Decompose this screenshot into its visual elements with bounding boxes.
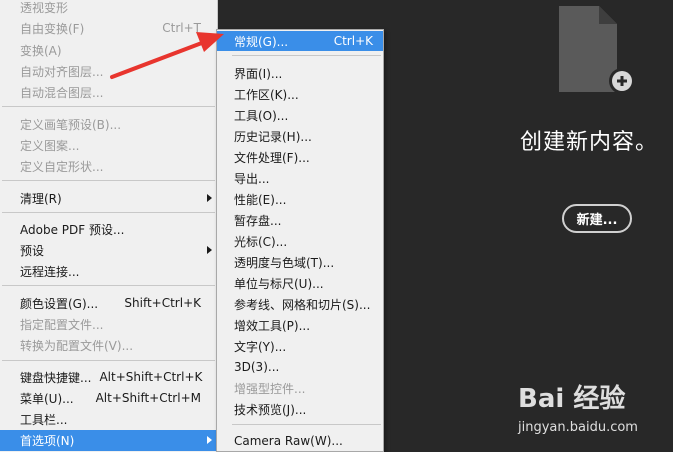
menu-item-label: 自动对齐图层...	[20, 64, 104, 79]
menu-separator	[2, 285, 215, 286]
menu-item-label: 自动混合图层...	[20, 85, 104, 100]
menu-item-label: 文件处理(F)...	[234, 150, 310, 165]
menu-item-shortcut: Ctrl+T	[162, 21, 201, 35]
pref-item-technology-previews[interactable]: 技术预览(J)...	[217, 399, 383, 419]
pref-item-export[interactable]: 导出...	[217, 168, 383, 188]
menu-item-adobe-pdf-presets[interactable]: Adobe PDF 预设...	[0, 219, 217, 239]
watermark-logo: Bai 经验	[518, 383, 626, 414]
menu-item-label: 转换为配置文件(V)...	[20, 338, 134, 353]
menu-item-label: 工具栏...	[20, 412, 68, 427]
menu-item-label: 单位与标尺(U)...	[234, 276, 324, 291]
submenu-arrow-icon	[207, 436, 212, 444]
pref-item-interface[interactable]: 界面(I)...	[217, 63, 383, 83]
menu-item-label: 首选项(N)	[20, 434, 75, 448]
pref-item-camera-raw[interactable]: Camera Raw(W)...	[217, 431, 383, 451]
menu-item-define-custom-shape[interactable]: 定义自定形状...	[0, 156, 217, 176]
menu-item-label: 技术预览(J)...	[234, 402, 307, 417]
menu-item-label: 定义图案...	[20, 138, 80, 153]
edit-menu: 透视变形 自由变换(F) Ctrl+T 变换(A) 自动对齐图层... 自动混合…	[0, 0, 218, 452]
menu-item-label: Adobe PDF 预设...	[20, 222, 125, 237]
create-new-title: 创建新内容。	[520, 130, 659, 155]
pref-item-cursors[interactable]: 光标(C)...	[217, 231, 383, 251]
pref-item-scratch-disks[interactable]: 暂存盘...	[217, 210, 383, 230]
new-document-button[interactable]: 新建...	[562, 204, 632, 233]
menu-separator	[232, 424, 381, 425]
menu-item-convert-to-profile[interactable]: 转换为配置文件(V)...	[0, 335, 217, 355]
pref-item-enhanced-controls[interactable]: 增强型控件...	[217, 378, 383, 398]
menu-item-label: 工具(O)...	[234, 108, 289, 123]
menu-item-menus[interactable]: 菜单(U)... Alt+Shift+Ctrl+M	[0, 388, 217, 408]
menu-item-toolbar[interactable]: 工具栏...	[0, 409, 217, 429]
menu-item-shortcut: Ctrl+K	[333, 34, 373, 48]
watermark-url: jingyan.baidu.com	[518, 420, 638, 435]
pref-item-history-log[interactable]: 历史记录(H)...	[217, 126, 383, 146]
menu-item-label: 工作区(K)...	[234, 87, 299, 102]
menu-item-label: 自由变换(F)	[20, 21, 85, 36]
preferences-submenu: 常规(G)... Ctrl+K 界面(I)... 工作区(K)... 工具(O)…	[216, 29, 384, 452]
submenu-arrow-icon	[207, 246, 212, 254]
menu-separator	[2, 212, 215, 213]
pref-item-plugins[interactable]: 增效工具(P)...	[217, 315, 383, 335]
menu-item-remote-connections[interactable]: 远程连接...	[0, 261, 217, 281]
menu-separator	[2, 180, 215, 181]
menu-item-label: 变换(A)	[20, 43, 62, 58]
pref-item-units-rulers[interactable]: 单位与标尺(U)...	[217, 273, 383, 293]
menu-item-label: 定义自定形状...	[20, 159, 104, 174]
menu-item-shortcut: Alt+Shift+Ctrl+M	[95, 391, 201, 405]
new-document-icon	[559, 6, 633, 94]
pref-item-general[interactable]: 常规(G)... Ctrl+K	[217, 31, 383, 51]
pref-item-type[interactable]: 文字(Y)...	[217, 336, 383, 356]
menu-item-label: 颜色设置(G)...	[20, 296, 99, 311]
menu-item-label: 定义画笔预设(B)...	[20, 117, 122, 132]
menu-item-label: 键盘快捷键...	[20, 370, 92, 385]
menu-item-preferences[interactable]: 首选项(N)	[0, 430, 217, 451]
menu-item-label: 文字(Y)...	[234, 339, 287, 354]
pref-item-workspace[interactable]: 工作区(K)...	[217, 84, 383, 104]
menu-item-label: 暂存盘...	[234, 213, 282, 228]
menu-item-label: 增强型控件...	[234, 381, 306, 396]
menu-item-define-brush[interactable]: 定义画笔预设(B)...	[0, 114, 217, 134]
menu-item-perspective-warp[interactable]: 透视变形	[0, 0, 217, 17]
menu-item-shortcut: Shift+Ctrl+K	[124, 296, 201, 310]
menu-item-free-transform[interactable]: 自由变换(F) Ctrl+T	[0, 18, 217, 38]
menu-item-presets[interactable]: 预设	[0, 240, 217, 260]
menu-item-label: 导出...	[234, 171, 270, 186]
menu-item-keyboard-shortcuts[interactable]: 键盘快捷键... Alt+Shift+Ctrl+K	[0, 367, 217, 387]
pref-item-guides-grid-slices[interactable]: 参考线、网格和切片(S)...	[217, 294, 383, 314]
menu-item-label: 参考线、网格和切片(S)...	[234, 297, 371, 312]
menu-item-transform[interactable]: 变换(A)	[0, 40, 217, 60]
menu-separator	[2, 106, 215, 107]
menu-item-label: 3D(3)...	[234, 360, 280, 374]
menu-item-purge[interactable]: 清理(R)	[0, 188, 217, 208]
menu-separator	[232, 55, 381, 56]
menu-item-label: 性能(E)...	[234, 192, 287, 207]
menu-item-label: 预设	[20, 243, 45, 258]
pref-item-file-handling[interactable]: 文件处理(F)...	[217, 147, 383, 167]
menu-item-label: 远程连接...	[20, 264, 80, 279]
menu-item-auto-align-layers[interactable]: 自动对齐图层...	[0, 61, 217, 81]
submenu-arrow-icon	[207, 194, 212, 202]
menu-item-label: 界面(I)...	[234, 66, 283, 81]
menu-item-label: 透明度与色域(T)...	[234, 255, 335, 270]
menu-item-label: Camera Raw(W)...	[234, 434, 343, 448]
pref-item-performance[interactable]: 性能(E)...	[217, 189, 383, 209]
pref-item-3d[interactable]: 3D(3)...	[217, 357, 383, 377]
menu-item-auto-blend-layers[interactable]: 自动混合图层...	[0, 82, 217, 102]
menu-item-label: 增效工具(P)...	[234, 318, 311, 333]
menu-item-define-pattern[interactable]: 定义图案...	[0, 135, 217, 155]
pref-item-tools[interactable]: 工具(O)...	[217, 105, 383, 125]
pref-item-transparency-gamut[interactable]: 透明度与色域(T)...	[217, 252, 383, 272]
menu-separator	[2, 360, 215, 361]
menu-item-shortcut: Alt+Shift+Ctrl+K	[99, 370, 203, 384]
menu-item-label: 指定配置文件...	[20, 317, 104, 332]
menu-item-label: 透视变形	[20, 0, 69, 15]
menu-item-label: 菜单(U)...	[20, 391, 74, 406]
menu-item-label: 常规(G)...	[234, 34, 289, 49]
menu-item-label: 光标(C)...	[234, 234, 288, 249]
menu-item-color-settings[interactable]: 颜色设置(G)... Shift+Ctrl+K	[0, 293, 217, 313]
menu-item-label: 清理(R)	[20, 191, 62, 206]
menu-item-label: 历史记录(H)...	[234, 129, 312, 144]
menu-item-assign-profile[interactable]: 指定配置文件...	[0, 314, 217, 334]
